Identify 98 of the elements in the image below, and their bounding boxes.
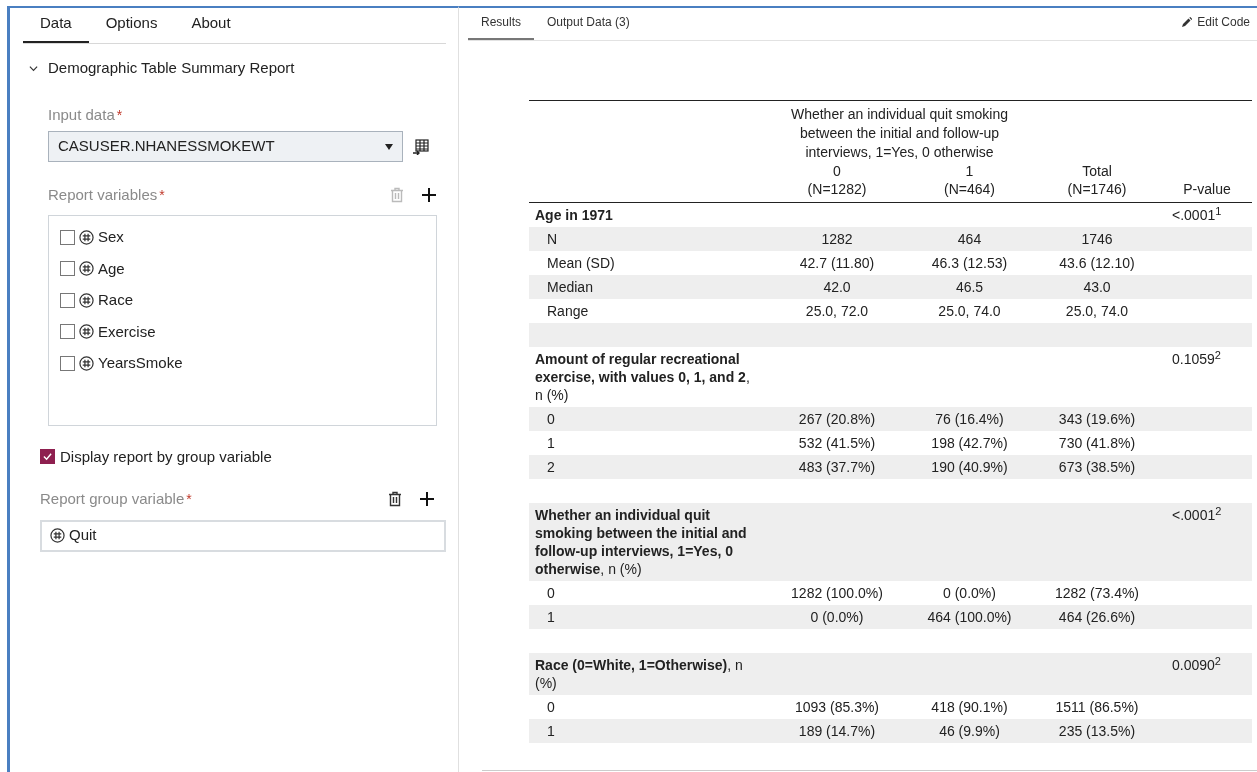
table-cell-text: 76 (16.4%) bbox=[934, 409, 1005, 429]
table-cell-text: 46.3 (12.53) bbox=[930, 253, 1009, 273]
row-label: 0 bbox=[546, 409, 556, 429]
section-header[interactable]: Demographic Table Summary Report bbox=[29, 57, 446, 80]
tab[interactable]: Data bbox=[23, 11, 89, 43]
numeric-icon bbox=[79, 355, 94, 371]
table-cell-text: 198 (42.7%) bbox=[930, 433, 1009, 453]
tab[interactable]: Output Data (3) bbox=[534, 13, 643, 40]
checkbox[interactable] bbox=[60, 292, 75, 308]
required-mark: * bbox=[186, 490, 192, 509]
field-label: Input data bbox=[48, 104, 115, 125]
table-cell-text: 235 (13.5%) bbox=[1057, 721, 1137, 741]
required-mark: * bbox=[116, 105, 123, 125]
table-cell-text: 25.0, 74.0 bbox=[937, 301, 1002, 321]
row-label: 1 bbox=[546, 607, 556, 627]
trash-icon[interactable] bbox=[388, 491, 402, 508]
numeric-icon bbox=[79, 229, 94, 245]
variable-name: Quit bbox=[69, 525, 97, 546]
edit-code-button[interactable]: Edit Code bbox=[1182, 13, 1250, 40]
table-cell-text: 42.7 (11.80) bbox=[798, 253, 876, 273]
row-label: 1 bbox=[546, 721, 556, 741]
variable-name: Sex bbox=[98, 227, 124, 247]
checkbox[interactable] bbox=[60, 261, 75, 277]
column-header: Total (N=1746) bbox=[1066, 162, 1128, 199]
table-cell-text: 418 (90.1%) bbox=[930, 697, 1009, 717]
table-cell-text: 1746 bbox=[1080, 229, 1114, 249]
variable-name: Age bbox=[98, 258, 125, 279]
chevron-icon bbox=[29, 63, 38, 73]
table-cell-text: 42.0 bbox=[822, 277, 852, 297]
p-value: <.0001$^{1}$ bbox=[1171, 206, 1223, 224]
table-cell-text: 532 (41.5%) bbox=[797, 433, 877, 453]
add-icon[interactable] bbox=[422, 188, 436, 203]
table-cell-text: 25.0, 74.0 bbox=[1064, 301, 1130, 321]
row-label: N bbox=[546, 229, 559, 249]
table-cell-text: 1511 (86.5%) bbox=[1054, 697, 1140, 717]
variable-name: Exercise bbox=[98, 321, 156, 342]
numeric-icon bbox=[50, 528, 65, 543]
dropdown-arrow-icon bbox=[385, 143, 393, 150]
row-label: 0 bbox=[546, 697, 556, 717]
row-label: Mean (SD) bbox=[546, 253, 616, 273]
row-heading: Age in 1971 bbox=[534, 206, 614, 224]
input-data-dropdown[interactable]: CASUSER.NHANESSMOKEWT bbox=[48, 131, 403, 162]
add-icon[interactable] bbox=[420, 492, 434, 507]
table-cell-text: 1282 bbox=[820, 229, 854, 249]
table-cell-text: 43.6 (12.10) bbox=[1058, 253, 1136, 273]
checkbox[interactable] bbox=[60, 324, 75, 340]
tab[interactable]: Results bbox=[468, 13, 534, 40]
column-header: 0 (N=1282) bbox=[806, 162, 868, 199]
tab[interactable]: Options bbox=[88, 11, 175, 43]
p-value: <.0001$^{2}$ bbox=[1171, 506, 1223, 525]
row-heading: Whether an individual quit smoking between the initial and follow-up interviews, 1=Yes, 0 otherwise, n (%) bbox=[534, 506, 748, 578]
table-cell-text: 730 (41.8%) bbox=[1057, 433, 1137, 453]
table-cell-text: 46 (9.9%) bbox=[938, 721, 1001, 741]
row-label: Range bbox=[546, 301, 590, 321]
table-cell-text: 1282 (100.0%) bbox=[790, 583, 884, 603]
table-cell-text: 1093 (85.3%) bbox=[793, 697, 881, 717]
table-cell-text: 0 (0.0%) bbox=[809, 607, 865, 627]
field-label: Report variables bbox=[48, 185, 158, 205]
table-cell-text: 190 (40.9%) bbox=[930, 457, 1009, 477]
table-cell-text: 464 bbox=[956, 229, 983, 249]
checkbox[interactable] bbox=[60, 229, 75, 245]
checkmark-icon bbox=[43, 452, 52, 462]
tab[interactable]: About bbox=[174, 11, 248, 43]
numeric-icon bbox=[79, 292, 94, 308]
column-header: 1 (N=464) bbox=[943, 162, 996, 199]
table-cell-text: 673 (38.5%) bbox=[1057, 457, 1137, 477]
numeric-icon bbox=[79, 324, 94, 340]
table-cell-text: 46.5 bbox=[954, 277, 985, 297]
table-cell-text: 464 (26.6%) bbox=[1057, 607, 1137, 627]
variable-name: YearsSmoke bbox=[98, 353, 183, 373]
row-heading: Amount of regular recreational exercise, with values 0, 1, and 2, n (%) bbox=[534, 350, 751, 404]
table-cell-text: 25.0, 72.0 bbox=[804, 301, 870, 321]
row-label: Median bbox=[546, 277, 594, 297]
column-header: P-value bbox=[1182, 180, 1232, 199]
p-value: 0.0090$^{2}$ bbox=[1171, 656, 1222, 675]
table-cell-text: 267 (20.8%) bbox=[797, 409, 877, 429]
p-value: 0.1059$^{2}$ bbox=[1171, 350, 1222, 369]
row-label: 1 bbox=[546, 433, 556, 453]
table-cell-text: 1282 (73.4%) bbox=[1053, 583, 1141, 603]
pencil-icon bbox=[1182, 17, 1193, 27]
table-cell-text: 343 (19.6%) bbox=[1057, 409, 1137, 429]
checkbox-label: Display report by group variable bbox=[60, 446, 272, 467]
checkbox[interactable] bbox=[60, 355, 75, 371]
table-cell-text: 43.0 bbox=[1082, 277, 1112, 297]
table-cell-text: 483 (37.7%) bbox=[797, 457, 877, 477]
table-cell-text: 464 (100.0%) bbox=[926, 607, 1013, 627]
column-spanner: Whether an individual quit smoking between the initial and follow-up interviews, 1=Yes, 0 otherwise bbox=[789, 105, 1010, 162]
row-label: 0 bbox=[546, 583, 556, 603]
row-heading: Race (0=White, 1=Otherwise), n (%) bbox=[534, 656, 744, 692]
checkbox[interactable] bbox=[40, 449, 55, 465]
field-label: Report group variable bbox=[40, 489, 185, 509]
table-cell-text: 189 (14.7%) bbox=[797, 721, 877, 741]
table-icon[interactable] bbox=[413, 138, 429, 155]
table-cell-text: 0 (0.0%) bbox=[942, 583, 997, 603]
variable-name: Race bbox=[98, 290, 134, 310]
numeric-icon bbox=[79, 261, 94, 277]
required-mark: * bbox=[159, 186, 165, 205]
row-label: 2 bbox=[546, 457, 556, 477]
